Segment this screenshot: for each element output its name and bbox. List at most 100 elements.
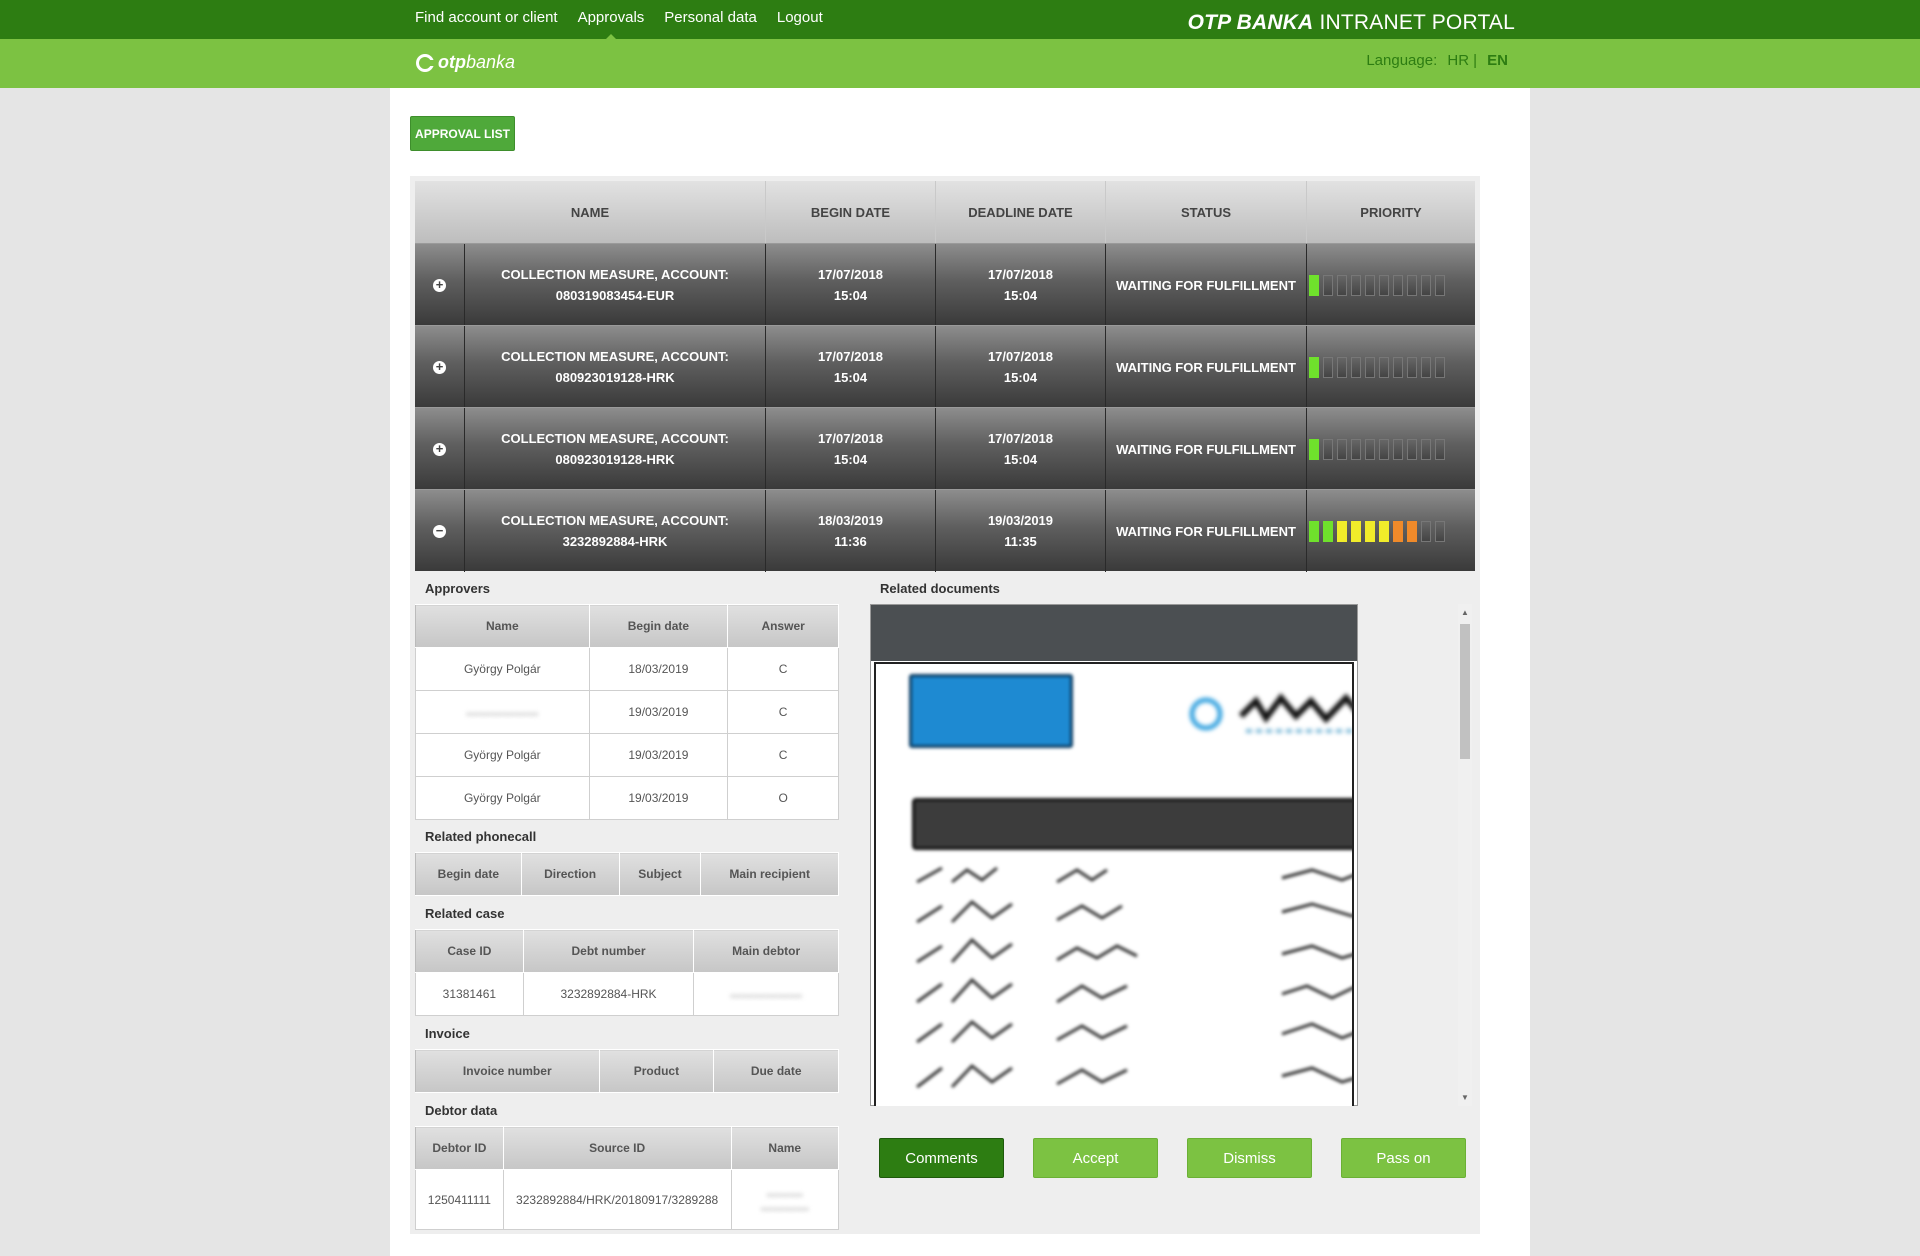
invoice-col-product[interactable]: Product <box>598 1049 715 1093</box>
related-case-title: Related case <box>425 906 505 921</box>
case-col-debt-number[interactable]: Debt number <box>522 929 695 973</box>
phonecall-col-direction[interactable]: Direction <box>520 852 620 896</box>
approvers-col-begin-date[interactable]: Begin date <box>588 604 729 648</box>
phonecall-col-begin-date[interactable]: Begin date <box>415 852 522 896</box>
row-begin-date-value: 17/07/2018 <box>817 349 884 364</box>
debtor-name-redacted: ▬▬▬ ▬▬▬▬ <box>730 1169 840 1230</box>
row-name: COLLECTION MEASURE, ACCOUNT: 3232892884-H… <box>465 490 766 572</box>
table-row[interactable]: + COLLECTION MEASURE, ACCOUNT: 0809230191… <box>415 325 1475 408</box>
accept-button[interactable]: Accept <box>1033 1138 1158 1178</box>
comments-button[interactable]: Comments <box>879 1138 1004 1178</box>
priority-meter <box>1307 356 1475 378</box>
priority-segment <box>1393 274 1403 296</box>
row-begin-date-value: 18/03/2019 <box>817 513 884 528</box>
logo-text-otp: otp <box>438 52 466 72</box>
approver-begin-date: 19/03/2019 <box>588 776 729 820</box>
col-header-name[interactable]: NAME <box>415 181 766 243</box>
priority-segment <box>1435 274 1445 296</box>
expand-icon[interactable]: + <box>433 360 446 374</box>
priority-segment <box>1337 438 1347 460</box>
expand-icon[interactable]: + <box>433 442 446 456</box>
col-header-status[interactable]: STATUS <box>1106 181 1307 243</box>
document-header-blurred <box>1189 693 1352 733</box>
debtor-source-id: 3232892884/HRK/20180917/3289288 <box>502 1169 732 1230</box>
debtor-col-source-id[interactable]: Source ID <box>502 1126 732 1170</box>
viewer-toolbar <box>871 605 1357 661</box>
row-priority <box>1307 408 1475 490</box>
scroll-down-icon[interactable]: ▼ <box>1461 1093 1469 1102</box>
row-begin-time-value: 15:04 <box>833 370 868 385</box>
case-col-case-id[interactable]: Case ID <box>415 929 524 973</box>
debtor-col-name[interactable]: Name <box>730 1126 840 1170</box>
nav-find-account[interactable]: Find account or client <box>415 0 558 39</box>
invoice-title: Invoice <box>425 1026 470 1041</box>
table-row: ▬▬▬▬▬▬ 19/03/2019 C <box>415 690 839 734</box>
priority-segment <box>1323 274 1333 296</box>
priority-segment <box>1421 274 1431 296</box>
scroll-thumb[interactable] <box>1460 624 1470 759</box>
row-begin-time-value: 11:36 <box>834 534 867 549</box>
approvers-col-answer[interactable]: Answer <box>727 604 839 648</box>
row-begin-date-value: 17/07/2018 <box>817 431 884 446</box>
document-logo-blurred <box>909 674 1073 748</box>
debtor-data-table: Debtor ID Source ID Name 1250411111 3232… <box>415 1126 840 1230</box>
row-deadline-date-value: 17/07/2018 <box>987 349 1054 364</box>
approval-list-button[interactable]: APPROVAL LIST <box>410 116 515 151</box>
table-row[interactable]: + COLLECTION MEASURE, ACCOUNT: 0803190834… <box>415 243 1475 326</box>
nav-logout[interactable]: Logout <box>777 0 823 39</box>
col-header-deadline-date[interactable]: DEADLINE DATE <box>936 181 1106 243</box>
priority-meter <box>1307 520 1475 542</box>
row-status: WAITING FOR FULFILLMENT <box>1106 490 1307 572</box>
lang-hr-link[interactable]: HR <box>1447 52 1469 69</box>
table-row: György Polgár 18/03/2019 C <box>415 647 839 691</box>
case-id: 31381461 <box>415 972 524 1016</box>
collapse-icon[interactable]: − <box>433 524 446 538</box>
invoice-col-due-date[interactable]: Due date <box>713 1049 839 1093</box>
priority-segment <box>1421 438 1431 460</box>
debtor-id: 1250411111 <box>415 1169 504 1230</box>
row-status: WAITING FOR FULFILLMENT <box>1106 408 1307 490</box>
dismiss-button[interactable]: Dismiss <box>1187 1138 1312 1178</box>
brand-bar: otp banka Language: HR | EN <box>0 39 1920 88</box>
priority-segment <box>1365 438 1375 460</box>
row-account: 080319083454-EUR <box>555 288 675 303</box>
phonecall-col-main-recipient[interactable]: Main recipient <box>700 852 839 896</box>
pass-on-button[interactable]: Pass on <box>1341 1138 1466 1178</box>
row-deadline-time-value: 15:04 <box>1003 288 1038 303</box>
row-name: COLLECTION MEASURE, ACCOUNT: 080319083454… <box>465 244 766 326</box>
approver-name: György Polgár <box>415 733 590 777</box>
row-name-line1: COLLECTION MEASURE, ACCOUNT: <box>501 513 729 528</box>
row-name-line1: COLLECTION MEASURE, ACCOUNT: <box>501 431 729 446</box>
col-header-priority[interactable]: PRIORITY <box>1307 181 1475 243</box>
invoice-col-invoice-number[interactable]: Invoice number <box>415 1049 600 1093</box>
debtor-col-debtor-id[interactable]: Debtor ID <box>415 1126 504 1170</box>
expand-icon[interactable]: + <box>433 278 446 292</box>
priority-segment <box>1309 438 1319 460</box>
approvals-table-header: NAME BEGIN DATE DEADLINE DATE STATUS PRI… <box>415 181 1475 243</box>
priority-segment <box>1351 274 1361 296</box>
nav-approvals[interactable]: Approvals <box>578 0 644 42</box>
priority-segment <box>1421 356 1431 378</box>
approver-answer: C <box>727 647 839 691</box>
priority-segment <box>1323 438 1333 460</box>
case-col-main-debtor[interactable]: Main debtor <box>693 929 839 973</box>
otpbanka-logo[interactable]: otp banka <box>416 52 515 73</box>
document-scrollbar[interactable]: ▲ ▼ <box>1458 604 1472 1106</box>
scroll-up-icon[interactable]: ▲ <box>1461 608 1469 617</box>
approver-answer: C <box>727 690 839 734</box>
approver-begin-date: 18/03/2019 <box>588 647 729 691</box>
row-status: WAITING FOR FULFILLMENT <box>1106 326 1307 408</box>
priority-segment <box>1407 438 1417 460</box>
row-status: WAITING FOR FULFILLMENT <box>1106 244 1307 326</box>
row-name: COLLECTION MEASURE, ACCOUNT: 080923019128… <box>465 326 766 408</box>
priority-segment <box>1309 356 1319 378</box>
table-row[interactable]: + COLLECTION MEASURE, ACCOUNT: 0809230191… <box>415 407 1475 490</box>
lang-en-link[interactable]: EN <box>1487 52 1508 69</box>
approvers-col-name[interactable]: Name <box>415 604 590 648</box>
nav-personal-data[interactable]: Personal data <box>664 0 757 39</box>
phonecall-col-subject[interactable]: Subject <box>618 852 702 896</box>
row-priority <box>1307 490 1475 572</box>
table-row-expanded[interactable]: − COLLECTION MEASURE, ACCOUNT: 3232892884… <box>415 489 1475 572</box>
col-header-begin-date[interactable]: BEGIN DATE <box>766 181 936 243</box>
related-case-table: Case ID Debt number Main debtor 31381461… <box>415 929 839 1016</box>
